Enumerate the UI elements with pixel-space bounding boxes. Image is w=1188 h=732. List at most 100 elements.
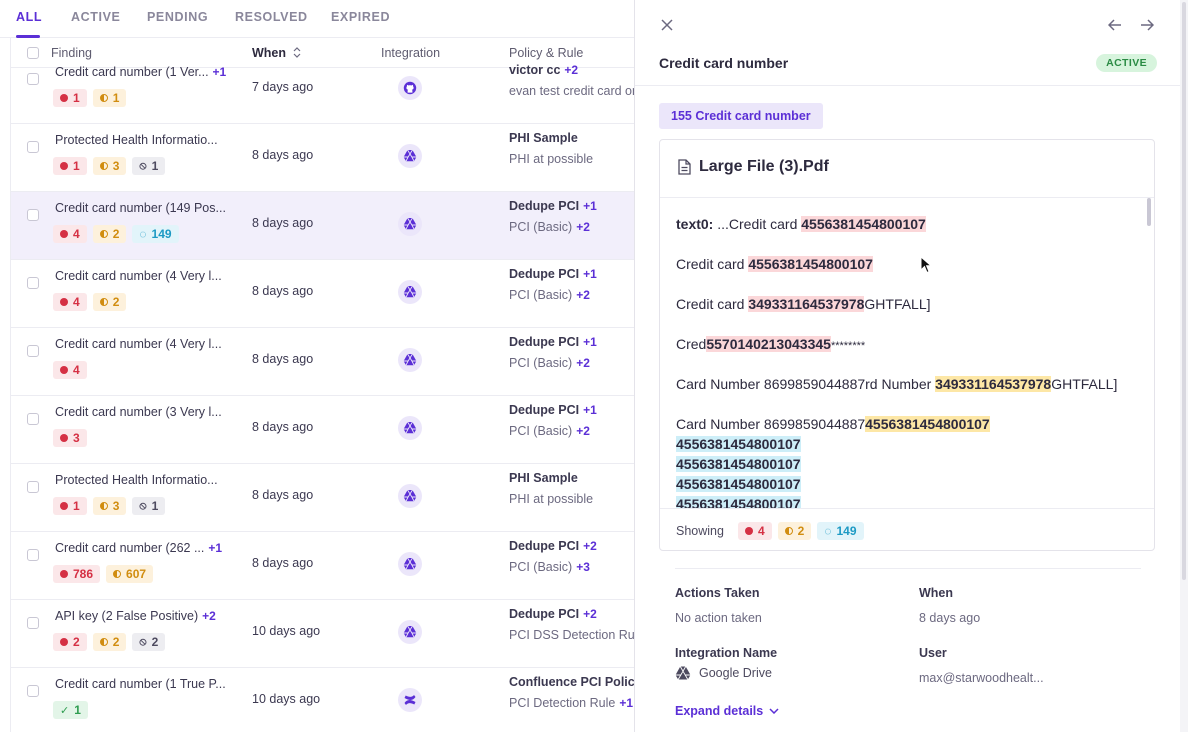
policy-more-count[interactable]: +1 [583, 335, 597, 349]
status-badge: ACTIVE [1096, 54, 1157, 72]
row-checkbox[interactable] [27, 73, 39, 85]
count-value: 149 [151, 227, 172, 241]
expand-details-button[interactable]: Expand details [675, 704, 779, 718]
rule-more-count[interactable]: +2 [576, 356, 590, 370]
tab-resolved[interactable]: RESOLVED [235, 10, 308, 24]
table-row[interactable]: Credit card number (1 Ver... +1 1 1 7 days a… [11, 56, 634, 124]
integration-name-text: Google Drive [699, 666, 772, 680]
rule-more-count[interactable]: +1 [619, 696, 633, 710]
policy-more-count[interactable]: +2 [583, 607, 597, 621]
severity-badges: 3 [53, 429, 87, 447]
policy-text: PHI Sample [509, 131, 578, 145]
highlighted-match[interactable]: 4556381454800107 [676, 496, 801, 508]
when-value: 8 days ago [919, 611, 981, 625]
finding-more-count[interactable]: +1 [213, 65, 227, 79]
snippet-scrollbar[interactable] [1147, 198, 1151, 226]
row-checkbox[interactable] [27, 345, 39, 357]
tab-active[interactable]: ACTIVE [71, 10, 120, 24]
finding-text: Credit card number (1 Ver... [55, 65, 209, 79]
table-row[interactable]: Credit card number (1 True P... ✓ 1 10 days… [11, 668, 634, 732]
row-checkbox[interactable] [27, 277, 39, 289]
snippet-line: Card Number 8699859044887455638145480010… [676, 414, 1130, 434]
finding-count-chip[interactable]: 155 Credit card number [659, 103, 823, 129]
table-row[interactable]: Credit card number (262 ... +1 786 607 8 day… [11, 532, 634, 600]
row-checkbox[interactable] [27, 481, 39, 493]
count-value: 3 [73, 431, 80, 445]
tab-all[interactable]: ALL [16, 10, 42, 24]
google-drive-icon [403, 557, 417, 570]
finding-more-count[interactable]: +1 [208, 541, 222, 555]
policy-more-count[interactable]: +1 [583, 403, 597, 417]
row-checkbox[interactable] [27, 209, 39, 221]
count-badge-blue: ◌ 149 [817, 521, 864, 540]
finding-text: Protected Health Informatio... [55, 133, 218, 147]
policy-more-count[interactable]: +2 [564, 63, 578, 77]
google-drive-icon [403, 489, 417, 502]
highlighted-match[interactable]: 5570140213043345 [706, 336, 831, 352]
table-row[interactable]: Protected Health Informatio... 1 3 ⦸ 1 8 days… [11, 464, 634, 532]
snippet-text: Credit card [676, 296, 749, 312]
highlighted-match[interactable]: 4556381454800107 [865, 416, 990, 432]
policy-more-count[interactable]: +2 [583, 539, 597, 553]
policy-more-count[interactable]: +1 [583, 267, 597, 281]
table-row[interactable]: Credit card number (3 Very l... 3 8 days a… [11, 396, 634, 464]
integration-name-value: Google Drive [675, 666, 772, 680]
tab-expired[interactable]: EXPIRED [331, 10, 390, 24]
policy-name: Dedupe PCI +1 [509, 403, 597, 417]
policy-text: victor cc [509, 63, 561, 77]
highlighted-match[interactable]: 4556381454800107 [801, 216, 926, 232]
highlighted-match[interactable]: 349331164537978 [748, 296, 865, 312]
count-value: 1 [74, 703, 81, 717]
close-button[interactable] [657, 15, 677, 35]
rule-text: PCI (Basic) [509, 356, 573, 370]
policy-more-count[interactable]: +1 [583, 199, 597, 213]
snippet-text: ...Credit card [717, 216, 802, 232]
page-scrollbar-thumb[interactable] [1182, 2, 1186, 580]
count-badge-red: 3 [53, 429, 87, 447]
table-row[interactable]: Credit card number (149 Pos... 4 2 ◌ 149 8 da… [11, 192, 634, 260]
rule-more-count[interactable]: +2 [576, 424, 590, 438]
next-button[interactable] [1137, 15, 1157, 35]
match-snippets: text0: ...Credit card 4556381454800107 Cr… [660, 198, 1146, 508]
actions-label: Actions Taken [675, 586, 760, 600]
table-row[interactable]: Credit card number (4 Very l... 4 8 days a… [11, 328, 634, 396]
count-value: 1 [73, 159, 80, 173]
table-row[interactable]: Credit card number (4 Very l... 4 2 8 days … [11, 260, 634, 328]
finding-more-count[interactable]: +2 [202, 609, 216, 623]
policy-name: Confluence PCI Policy+ [509, 675, 634, 689]
highlighted-match[interactable]: 349331164537978 [935, 376, 1052, 392]
page-scrollbar[interactable] [1180, 0, 1188, 732]
count-badge-yel: 1 [92, 89, 127, 107]
rule-more-count[interactable]: +2 [576, 220, 590, 234]
medium-severity-icon [113, 570, 122, 578]
table-row[interactable]: API key (2 False Positive) +2 2 2 ⦸ 2 10 days … [11, 600, 634, 668]
highlighted-match[interactable]: 4556381454800107 [676, 436, 801, 452]
rule-text: PCI DSS Detection Rule [509, 628, 634, 642]
false-positive-icon: ⦸ [139, 159, 147, 172]
finding-name: Credit card number (1 True P... [55, 677, 226, 691]
medium-severity-icon [99, 230, 108, 238]
rule-name: PCI (Basic) +3 [509, 560, 590, 574]
row-checkbox[interactable] [27, 413, 39, 425]
snippet-spacer [676, 314, 1130, 334]
tab-pending[interactable]: PENDING [147, 10, 208, 24]
row-checkbox[interactable] [27, 617, 39, 629]
previous-button[interactable] [1105, 15, 1125, 35]
google-drive-icon [675, 666, 691, 680]
arrow-right-icon [1141, 19, 1154, 31]
row-checkbox[interactable] [27, 685, 39, 697]
high-severity-icon [60, 230, 68, 238]
finding-text: Credit card number (4 Very l... [55, 269, 222, 283]
policy-name: PHI Sample [509, 471, 578, 485]
row-checkbox[interactable] [27, 549, 39, 561]
rule-more-count[interactable]: +2 [576, 288, 590, 302]
table-row[interactable]: Protected Health Informatio... 1 3 ⦸ 1 8 days… [11, 124, 634, 192]
rule-more-count[interactable]: +3 [576, 560, 590, 574]
row-checkbox[interactable] [27, 141, 39, 153]
medium-severity-icon [99, 638, 108, 646]
google-drive-icon [403, 353, 417, 366]
highlighted-match[interactable]: 4556381454800107 [676, 456, 801, 472]
highlighted-match[interactable]: 4556381454800107 [676, 476, 801, 492]
policy-text: Dedupe PCI [509, 199, 580, 213]
highlighted-match[interactable]: 4556381454800107 [748, 256, 873, 272]
